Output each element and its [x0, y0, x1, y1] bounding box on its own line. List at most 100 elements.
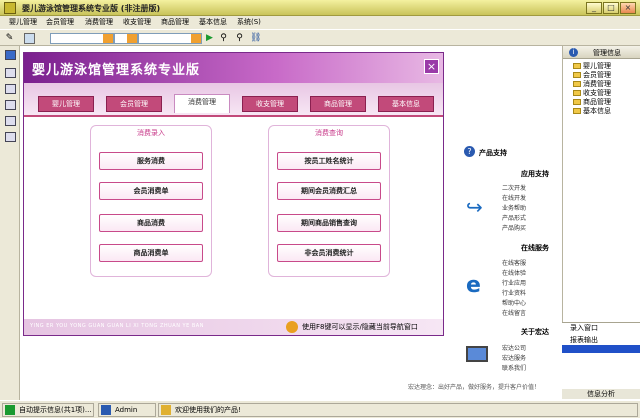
status-msg: 自动提示信息(共1项)... [2, 403, 94, 417]
find-icon[interactable]: ⚲ [234, 33, 245, 44]
dialog-header: 婴儿游泳馆管理系统专业版 × [24, 53, 443, 83]
minimize-button[interactable]: _ [586, 2, 602, 14]
folder-icon [573, 90, 581, 96]
app-icon [4, 2, 16, 14]
window-title: 婴儿游泳馆管理系统专业版 (非注册版) [22, 4, 161, 13]
user-icon [101, 405, 111, 415]
tab-member[interactable]: 会员管理 [106, 96, 162, 112]
menu-basic[interactable]: 基本信息 [196, 17, 230, 27]
maximize-button[interactable]: □ [603, 2, 619, 14]
info-icon: i [569, 48, 578, 57]
toolbar: ✎ ▶ ⚲ ⚲ ⛓ [0, 29, 640, 46]
report-icon[interactable] [5, 84, 16, 94]
link-biz-help[interactable]: 业务帮助 [502, 203, 526, 212]
dialog-footer: YING ER YOU YONG GUAN GUAN LI XI TONG ZH… [24, 319, 443, 335]
tree-header: i 管理信息 [563, 46, 640, 59]
info-analysis[interactable]: 信息分析 [562, 389, 640, 399]
folder-icon [573, 108, 581, 114]
folder-icon [573, 63, 581, 69]
link-company[interactable]: 宏达公司 [502, 343, 526, 352]
info-status-icon [5, 405, 15, 415]
menu-system[interactable]: 系统(S) [234, 17, 264, 27]
link-message[interactable]: 在线留言 [502, 308, 526, 317]
btn-goods-bill[interactable]: 商品消费单 [99, 244, 203, 262]
menu-member[interactable]: 会员管理 [43, 17, 77, 27]
group-query: 消费查询 按员工姓名统计 期间会员消费汇总 期间商品销售查询 非会员消费统计 [268, 125, 390, 277]
tab-income[interactable]: 收支管理 [242, 96, 298, 112]
quick-selection [562, 345, 640, 353]
link-help[interactable]: 帮助中心 [502, 298, 526, 307]
tab-bar: 婴儿管理 会员管理 消费管理 收支管理 商品管理 基本信息 [24, 83, 443, 115]
dialog-title: 婴儿游泳馆管理系统专业版 [32, 63, 201, 78]
status-bar: 自动提示信息(共1项)... Admin 欢迎使用我们的产品! [0, 400, 640, 418]
support-header: 产品支持 [479, 149, 507, 157]
link-contact[interactable]: 联系我们 [502, 363, 526, 372]
select-2[interactable] [114, 33, 138, 44]
main-dialog: 婴儿游泳馆管理系统专业版 × 婴儿管理 会员管理 消费管理 收支管理 商品管理 … [23, 52, 444, 336]
support-panel: ? 产品支持 应用支持 ↪ 二次开发 在线开发 业务帮助 产品形式 产品购买 在… [444, 46, 562, 400]
menu-income[interactable]: 收支管理 [120, 17, 154, 27]
tab-consume[interactable]: 消费管理 [174, 94, 230, 113]
quick-panel: 录入窗口 报表输出 信息分析 [562, 322, 640, 400]
tab-basic[interactable]: 基本信息 [378, 96, 434, 112]
slogan: 宏达理念：出好产品，做好服务，提升客户价值！ [408, 384, 541, 391]
btn-goods-consume[interactable]: 商品消费 [99, 214, 203, 232]
link-dev[interactable]: 二次开发 [502, 183, 526, 192]
f8-hint: 使用F8键可以显示/隐藏当前导航窗口 [302, 323, 418, 331]
btn-nonmember-stats[interactable]: 非会员消费统计 [277, 244, 381, 262]
tab-goods[interactable]: 商品管理 [310, 96, 366, 112]
share-arrow-icon: ↪ [466, 195, 483, 219]
search-icon[interactable]: ⚲ [218, 33, 229, 44]
select-3[interactable] [138, 33, 202, 44]
star-icon [161, 405, 171, 415]
quick-entry[interactable]: 录入窗口 [562, 323, 640, 333]
section-app-title: 应用支持 [521, 170, 549, 178]
folder-icon [573, 99, 581, 105]
menu-baby[interactable]: 婴儿管理 [6, 17, 40, 27]
group-entry-title: 消费录入 [137, 129, 165, 137]
group-query-title: 消费查询 [315, 129, 343, 137]
title-bar: 婴儿游泳馆管理系统专业版 (非注册版) _ □ × [0, 0, 640, 16]
calc-icon[interactable] [5, 116, 16, 126]
link-try[interactable]: 在线体验 [502, 268, 526, 277]
status-user: Admin [98, 403, 156, 417]
btn-goods-sales[interactable]: 期间商品销售查询 [277, 214, 381, 232]
link-docs[interactable]: 行业资料 [502, 288, 526, 297]
select-1[interactable] [50, 33, 114, 44]
list-icon[interactable] [5, 100, 16, 110]
ie-icon: e [466, 273, 481, 298]
btn-member-bill[interactable]: 会员消费单 [99, 182, 203, 200]
tab-body: 消费录入 服务消费 会员消费单 商品消费 商品消费单 消费查询 按员工姓名统计 … [24, 115, 443, 327]
db-icon[interactable] [24, 33, 35, 44]
quick-report[interactable]: 报表输出 [562, 335, 640, 345]
btn-staff-stats[interactable]: 按员工姓名统计 [277, 152, 381, 170]
close-button[interactable]: × [620, 2, 636, 14]
link-industry[interactable]: 行业应用 [502, 278, 526, 287]
menu-bar: 婴儿管理 会员管理 消费管理 收支管理 商品管理 基本信息 系统(S) [0, 16, 640, 29]
pencil-icon[interactable]: ✎ [4, 33, 15, 44]
link-form[interactable]: 产品形式 [502, 213, 526, 222]
pinyin-banner: YING ER YOU YONG GUAN GUAN LI XI TONG ZH… [30, 323, 204, 329]
tool-icon[interactable] [5, 68, 16, 78]
tree-item-basic[interactable]: 基本信息 [573, 106, 611, 116]
btn-member-summary[interactable]: 期间会员消费汇总 [277, 182, 381, 200]
link-buy[interactable]: 产品购买 [502, 223, 526, 232]
menu-consume[interactable]: 消费管理 [82, 17, 116, 27]
link-cs[interactable]: 在线客服 [502, 258, 526, 267]
link-icon[interactable]: ⛓ [250, 33, 261, 44]
menu-goods[interactable]: 商品管理 [158, 17, 192, 27]
nav-icon[interactable] [5, 50, 16, 60]
monitor-icon [466, 346, 488, 362]
hand-icon [286, 321, 298, 333]
group-entry: 消费录入 服务消费 会员消费单 商品消费 商品消费单 [90, 125, 212, 277]
section-online-title: 在线服务 [521, 244, 549, 252]
tab-baby[interactable]: 婴儿管理 [38, 96, 94, 112]
print-icon[interactable] [5, 132, 16, 142]
play-icon[interactable]: ▶ [204, 33, 215, 44]
link-online-dev[interactable]: 在线开发 [502, 193, 526, 202]
btn-service-consume[interactable]: 服务消费 [99, 152, 203, 170]
dialog-close-button[interactable]: × [424, 59, 439, 74]
status-welcome: 欢迎使用我们的产品! [158, 403, 638, 417]
tree-title: 管理信息 [593, 49, 621, 57]
link-service[interactable]: 宏达服务 [502, 353, 526, 362]
